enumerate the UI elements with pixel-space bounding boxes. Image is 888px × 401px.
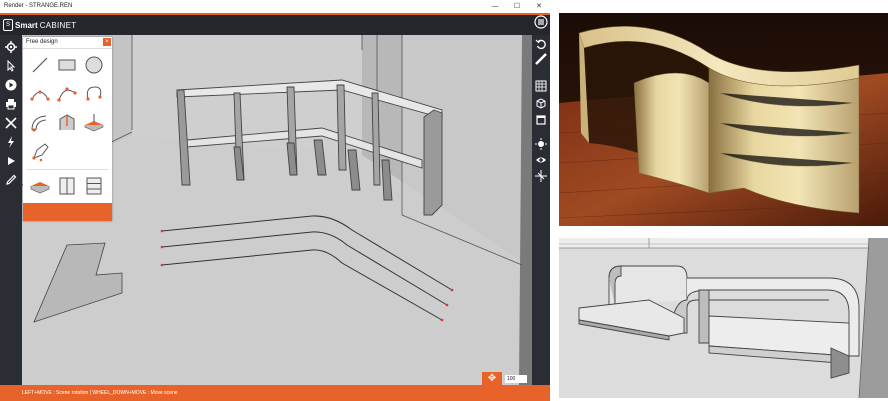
render-preview-tv-unit [559,238,888,398]
lightning-icon[interactable] [3,136,19,150]
cube-view-icon[interactable] [533,97,549,111]
app-logo: S Smart CABINET [3,19,76,31]
minimize-button[interactable]: — [484,0,506,13]
pencil-icon[interactable] [3,174,19,188]
window-title: Render - STRANGE.REN [4,3,73,9]
window-titlebar: Render - STRANGE.REN — ☐ ✕ [0,0,550,13]
close-window-button[interactable]: ✕ [528,0,550,13]
offset-tool-icon[interactable] [29,112,51,134]
brand-light: CABINET [39,20,77,30]
panel-header: Free design × [23,37,112,49]
board-tool-icon[interactable] [83,112,105,134]
door-library-icon[interactable] [56,175,78,197]
pen-tool-icon[interactable] [29,141,51,163]
print-icon[interactable] [3,98,19,112]
render-preview-desk [559,13,888,226]
front-view-icon[interactable] [533,114,549,128]
gear-icon[interactable] [3,41,19,55]
window-controls: — ☐ ✕ [484,0,550,13]
right-toolbar [532,15,550,385]
panel-close-button[interactable]: × [103,38,111,46]
drawer-library-icon[interactable] [83,175,105,197]
extrude-tool-icon[interactable] [56,112,78,134]
logo-mark-icon: S [3,19,13,31]
status-bar: LEFT+MOVE : Scene rotation | WHEEL_DOWN+… [0,385,550,401]
tools-icon[interactable] [3,117,19,131]
curve-tool-icon[interactable] [56,83,78,105]
panel-title: Free design [26,39,58,45]
light-icon[interactable] [533,138,549,152]
accent-strip [0,13,550,15]
play-icon[interactable] [3,79,19,93]
axis-icon[interactable] [533,170,549,184]
left-toolbar [0,35,22,385]
cursor-icon[interactable] [3,155,19,169]
menu-icon[interactable] [533,15,549,29]
zoom-input[interactable]: 100 [505,375,527,383]
arc-tool-icon[interactable] [29,83,51,105]
undo-icon[interactable] [533,38,549,52]
app-header: S Smart CABINET [0,13,550,35]
eye-icon[interactable] [533,154,549,168]
rectangle-tool-icon[interactable] [56,54,78,76]
line-tool-icon[interactable] [29,54,51,76]
panel-footer [23,203,112,221]
grid-view-icon[interactable] [533,80,549,94]
circle-tool-icon[interactable] [83,54,105,76]
panel-library-icon[interactable] [29,175,51,197]
app-window: Render - STRANGE.REN — ☐ ✕ S Smart CABINE… [0,0,550,401]
maximize-button[interactable]: ☐ [506,0,528,13]
pointer-icon[interactable] [3,59,19,74]
measure-icon[interactable] [533,53,549,67]
status-text: LEFT+MOVE : Scene rotation | WHEEL_DOWN+… [22,390,178,396]
bezier-tool-icon[interactable] [83,83,105,105]
move-arrows-icon[interactable]: ✥ [482,372,502,385]
free-design-panel: Free design × [23,37,112,221]
brand-bold: Smart [15,20,38,30]
panel-divider [27,169,108,170]
